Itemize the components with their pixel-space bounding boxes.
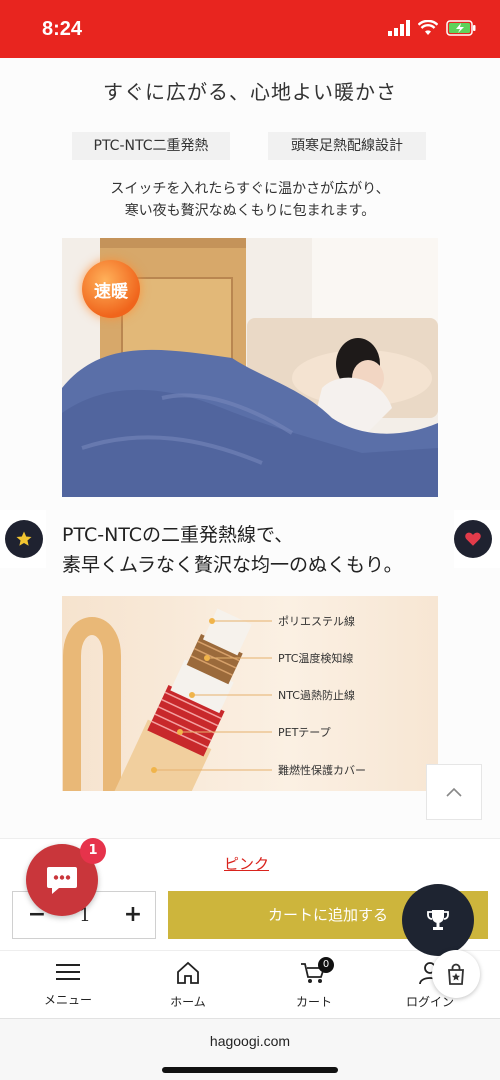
points-button[interactable] <box>432 950 480 998</box>
hamburger-menu-icon <box>56 964 80 980</box>
home-icon <box>177 961 199 984</box>
quick-warm-badge: 速暖 <box>82 260 140 318</box>
nav-home-label: ホーム <box>170 995 206 1009</box>
heating-wire-headline-line-1: PTC-NTCの二重発熱線で、 <box>62 524 294 546</box>
description-line-2: 寒い夜も贅沢なぬくもりに包まれます。 <box>124 203 376 219</box>
trophy-icon <box>427 910 449 930</box>
feature-tag-wiring-design: 頭寒足熱配線設計 <box>268 132 426 160</box>
heating-wire-headline-line-2: 素早くムラなく贅沢な均一のぬくもり。 <box>62 554 403 576</box>
rewards-button[interactable] <box>402 884 474 956</box>
cable-diagram: ポリエステル線 PTC温度検知線 NTC過熱防止線 PETテープ 難燃性保護カバ… <box>62 596 438 791</box>
battery-charging-icon <box>446 20 476 36</box>
cable-layer-polyester: ポリエステル線 <box>278 615 355 628</box>
section-description: スイッチを入れたらすぐに温かさが広がり、 寒い夜も贅沢なぬくもりに包まれます。 <box>0 178 500 222</box>
product-description: すぐに広がる、心地よい暖かさ PTC-NTC二重発熱 頭寒足熱配線設計 スイッチ… <box>0 58 500 838</box>
home-indicator <box>162 1067 338 1073</box>
cart-count-badge: 0 <box>318 957 334 973</box>
nav-menu[interactable]: メニュー <box>18 961 118 1008</box>
bed-photo: 速暖 <box>62 238 438 497</box>
description-line-1: スイッチを入れたらすぐに温かさが広がり、 <box>110 181 390 197</box>
cable-layer-ntc: NTC過熱防止線 <box>278 689 355 702</box>
nav-cart-label: カート <box>295 995 332 1009</box>
signal-icon <box>388 20 410 36</box>
url-text[interactable]: hagoogi.com <box>0 1033 500 1049</box>
scroll-to-top-button[interactable] <box>426 764 482 820</box>
nav-home[interactable]: ホーム <box>138 961 238 1010</box>
variant-link[interactable]: ピンク <box>224 853 269 874</box>
heating-wire-headline: PTC-NTCの二重発熱線で、 素早くムラなく贅沢な均一のぬくもり。 <box>62 520 462 580</box>
nav-menu-label: メニュー <box>43 993 92 1007</box>
status-icons <box>388 20 476 36</box>
star-icon <box>16 531 32 546</box>
bottom-navigation: メニュー ホーム 0 カート ログイン <box>0 950 500 1018</box>
status-time: 8:24 <box>42 18 83 40</box>
chevron-up-icon <box>446 787 462 797</box>
chat-unread-badge: 1 <box>80 838 106 864</box>
section-headline: すぐに広がる、心地よい暖かさ <box>103 80 397 104</box>
wifi-icon <box>418 20 438 35</box>
star-bag-icon <box>448 963 464 985</box>
cable-layer-cover: 難燃性保護カバー <box>278 764 366 777</box>
heart-icon <box>465 532 481 546</box>
favorites-button[interactable] <box>5 520 43 558</box>
nav-cart[interactable]: 0 カート <box>264 957 364 1010</box>
cable-layer-pet: PETテープ <box>278 726 331 739</box>
status-bar: 8:24 <box>0 0 500 58</box>
chat-bubble-icon <box>47 867 77 894</box>
cable-structure-image <box>63 608 272 791</box>
cable-layer-ptc: PTC温度検知線 <box>278 652 354 665</box>
quantity-increase-button[interactable]: + <box>109 892 157 940</box>
wishlist-button[interactable] <box>454 520 492 558</box>
browser-address-bar: hagoogi.com <box>0 1018 500 1080</box>
feature-tag-dual-heating: PTC-NTC二重発熱 <box>72 132 230 160</box>
